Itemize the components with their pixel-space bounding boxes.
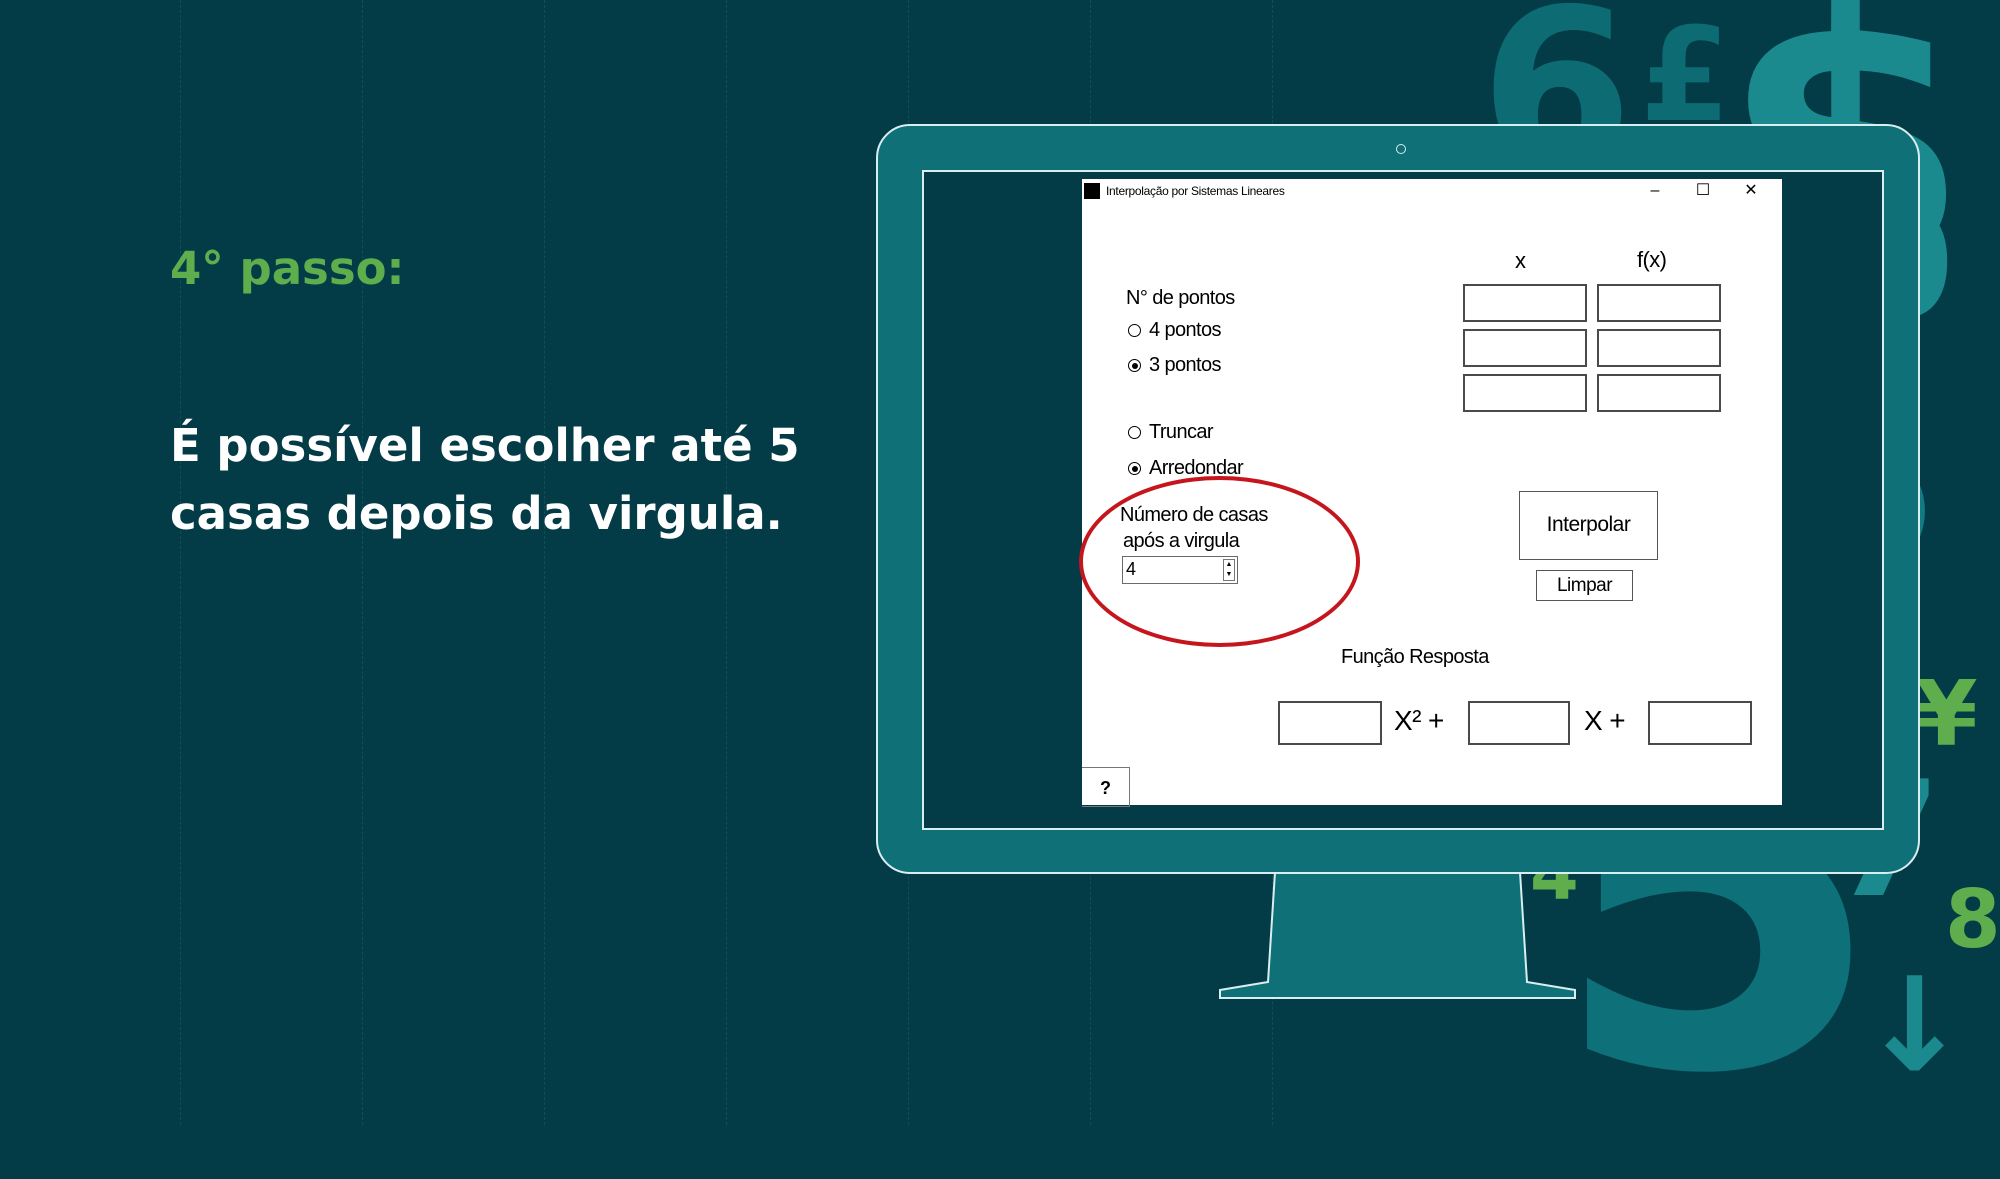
coef-b-output[interactable] xyxy=(1468,701,1570,745)
bg-glyph-pound: £ xyxy=(1640,0,1731,151)
fx-input-1[interactable] xyxy=(1597,284,1721,322)
radio-3-pontos-label[interactable]: 3 pontos xyxy=(1149,354,1222,377)
grid-line xyxy=(544,0,545,1125)
highlight-circle xyxy=(1079,476,1360,647)
x-term: X + xyxy=(1584,705,1626,736)
interpolar-button[interactable]: Interpolar xyxy=(1519,491,1658,560)
radio-3-pontos[interactable] xyxy=(1128,359,1141,372)
grid-line xyxy=(362,0,363,1125)
camera-icon xyxy=(1396,144,1406,154)
monitor-stand xyxy=(1219,872,1576,999)
bg-glyph-8: 8 xyxy=(1945,873,2000,966)
radio-truncar-label[interactable]: Truncar xyxy=(1149,421,1214,444)
app-icon xyxy=(1084,183,1100,199)
function-result-label: Função Resposta xyxy=(1341,646,1489,668)
title-bar[interactable]: Interpolação por Sistemas Lineares – ☐ ✕ xyxy=(1082,179,1782,205)
close-button[interactable]: ✕ xyxy=(1730,179,1772,205)
radio-arredondar[interactable] xyxy=(1128,462,1141,475)
coef-a-output[interactable] xyxy=(1278,701,1382,745)
window-title: Interpolação por Sistemas Lineares xyxy=(1106,184,1285,198)
step-description: É possível escolher até 5 casas depois d… xyxy=(170,419,800,540)
radio-truncar[interactable] xyxy=(1128,426,1141,439)
fx-input-2[interactable] xyxy=(1597,329,1721,367)
x-input-3[interactable] xyxy=(1463,374,1587,412)
radio-4-pontos-label[interactable]: 4 pontos xyxy=(1149,319,1222,342)
points-label: N° de pontos xyxy=(1126,287,1235,309)
help-button[interactable]: ? xyxy=(1082,767,1130,807)
column-fx-header: f(x) xyxy=(1637,247,1667,272)
bg-glyph-arrow: ↓ xyxy=(1860,949,1969,1101)
limpar-button[interactable]: Limpar xyxy=(1536,570,1633,601)
maximize-button[interactable]: ☐ xyxy=(1682,179,1724,205)
radio-4-pontos[interactable] xyxy=(1128,324,1141,337)
x-input-2[interactable] xyxy=(1463,329,1587,367)
grid-line xyxy=(180,0,181,1125)
grid-line xyxy=(726,0,727,1125)
x-input-1[interactable] xyxy=(1463,284,1587,322)
minimize-button[interactable]: – xyxy=(1634,179,1676,205)
column-x-header: x xyxy=(1515,248,1526,273)
step-title: 4° passo: xyxy=(170,242,405,295)
x-squared-term: X² + xyxy=(1394,705,1444,736)
coef-c-output[interactable] xyxy=(1648,701,1752,745)
fx-input-3[interactable] xyxy=(1597,374,1721,412)
